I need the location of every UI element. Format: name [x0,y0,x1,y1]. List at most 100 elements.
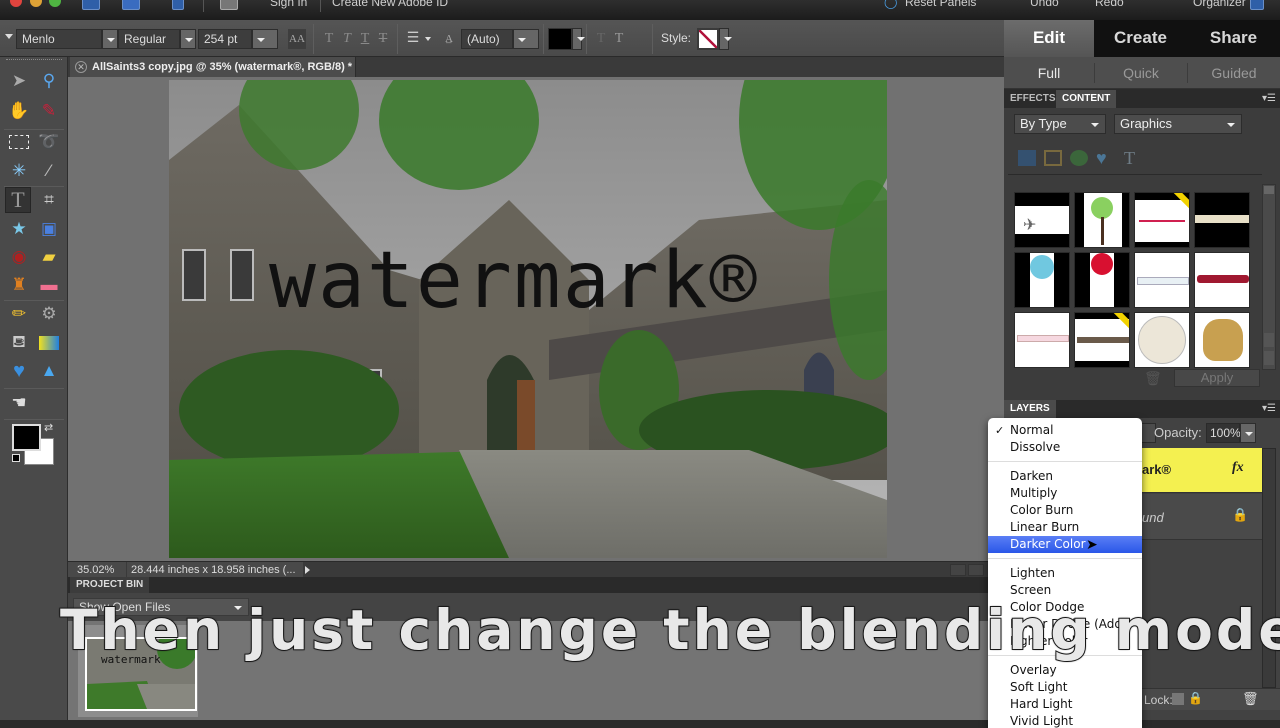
category-select[interactable]: Graphics [1114,114,1242,134]
style-dropdown[interactable] [719,28,732,50]
apply-button[interactable]: Apply [1174,369,1260,387]
tab-quick[interactable]: Quick [1095,57,1187,89]
clone-stamp-tool-icon[interactable]: ♜ [6,272,32,298]
strikethrough-icon[interactable]: T [374,29,392,49]
close-window-button[interactable] [10,0,22,7]
custom-shape-tool-icon[interactable]: ♥ [6,358,32,384]
scroll-right-button[interactable] [968,564,984,576]
scroll-up-button[interactable] [1264,333,1274,347]
scroll-left-button[interactable] [950,564,966,576]
blend-mode-option-vivid-light[interactable]: Vivid Light [988,713,1142,728]
eraser-tool-icon[interactable]: ▬ [36,272,62,298]
backgrounds-category-icon[interactable] [1018,150,1036,166]
anti-alias-icon[interactable]: AA [288,29,306,49]
tab-guided[interactable]: Guided [1188,57,1280,89]
blend-mode-option-soft-light[interactable]: Soft Light [988,679,1142,696]
info-icon[interactable] [172,0,184,10]
font-size-input[interactable]: 254 pt [198,29,252,49]
align-left-icon[interactable]: ☰ [404,29,422,49]
blend-mode-option-lighten[interactable]: Lighten [988,565,1142,582]
content-item-red-balloon[interactable] [1074,252,1130,308]
swap-colors-icon[interactable]: ⇄ [44,421,53,434]
undo-button[interactable]: Undo [1030,0,1059,9]
font-style-dropdown[interactable] [180,29,196,49]
tool-preset-icon[interactable] [5,34,13,39]
lasso-tool-icon[interactable]: ➰ [36,129,62,155]
minimize-window-button[interactable] [30,0,42,7]
open-file-icon[interactable] [122,0,140,10]
tab-effects[interactable]: EFFECTS [1004,90,1062,108]
blend-mode-option-dissolve[interactable]: Dissolve [988,439,1142,456]
delete-content-icon[interactable]: 🗑 [1144,370,1162,387]
sort-by-select[interactable]: By Type [1014,114,1106,134]
blend-mode-option-multiply[interactable]: Multiply [988,485,1142,502]
close-document-icon[interactable]: ✕ [75,61,87,73]
sharpen-tool-icon[interactable]: ▲ [36,358,62,384]
status-menu-arrow-icon[interactable] [305,566,310,574]
tab-share[interactable]: Share [1187,20,1280,57]
tab-content[interactable]: CONTENT [1056,90,1117,108]
content-item-frame-bar-light[interactable] [1134,252,1190,308]
content-item-baseball[interactable] [1134,312,1190,368]
text-orientation-icon[interactable]: T [610,29,628,49]
document-tab[interactable]: ✕ AllSaints3 copy.jpg @ 35% (watermark®,… [70,57,356,77]
content-item-baseball-glove[interactable] [1194,312,1250,368]
content-item-tree[interactable] [1074,192,1130,248]
red-eye-tool-icon[interactable]: ◉ [6,244,32,270]
smart-brush-tool-icon[interactable]: ⚙ [36,301,62,327]
content-item-frame-bar-pink[interactable] [1014,312,1070,368]
blend-mode-option-hard-light[interactable]: Hard Light [988,696,1142,713]
align-dropdown-icon[interactable] [425,37,431,41]
redo-button[interactable]: Redo [1095,0,1124,9]
recompose-tool-icon[interactable]: ▣ [36,216,62,242]
text-color-dropdown[interactable] [572,28,585,50]
eyedropper-tool-icon[interactable]: ✎ [36,98,62,124]
content-item-arrow[interactable] [1134,192,1190,248]
faux-bold-icon[interactable]: T [320,29,338,49]
marquee-tool-icon[interactable] [6,129,32,155]
content-item-frame-bar-red[interactable] [1194,252,1250,308]
gradient-tool-icon[interactable] [36,330,62,356]
layer-fx-icon[interactable]: fx [1232,460,1244,476]
tab-full[interactable]: Full [1004,57,1094,89]
font-style-select[interactable]: Regular [118,29,180,49]
organizer-button[interactable]: Organizer [1193,0,1246,9]
blend-mode-option-darken[interactable]: Darken [988,468,1142,485]
tab-edit[interactable]: Edit [1004,20,1094,57]
image-canvas[interactable]: watermark® [169,80,887,558]
blend-mode-option-darker-color[interactable]: Darker Color ➤ [988,536,1142,553]
panel-menu-icon[interactable]: ▾☰ [1262,93,1276,104]
quick-selection-tool-icon[interactable]: ⁄ [36,158,62,184]
opacity-dropdown[interactable] [1240,423,1256,443]
sign-in-link[interactable]: Sign In [270,0,307,9]
style-swatch[interactable] [697,28,719,50]
default-colors-icon[interactable] [12,454,20,462]
cookie-cutter-tool-icon[interactable]: ★ [6,216,32,242]
content-item-airplane[interactable]: ✈ [1014,192,1070,248]
paint-bucket-tool-icon[interactable]: ⛾ [6,330,32,356]
text-category-icon[interactable]: T [1124,148,1142,168]
font-family-select[interactable]: Menlo [16,29,102,49]
zoom-tool-icon[interactable]: ⚲ [36,68,62,94]
hand-tool-icon[interactable]: ✋ [6,98,32,124]
blend-mode-option-normal[interactable]: ✓ Normal [988,422,1142,439]
font-family-dropdown[interactable] [102,29,118,49]
shapes-category-icon[interactable]: ♥ [1096,148,1114,168]
blend-mode-option-screen[interactable]: Screen [988,582,1142,599]
font-size-dropdown[interactable] [252,29,278,49]
text-color-swatch[interactable] [548,28,572,50]
new-file-icon[interactable] [82,0,100,10]
frames-category-icon[interactable] [1044,150,1062,166]
zoom-level[interactable]: 35.02% [68,562,126,578]
leading-input[interactable]: (Auto) [461,29,513,49]
blend-mode-option-color-burn[interactable]: Color Burn [988,502,1142,519]
watermark-text-layer[interactable]: watermark® [269,236,759,326]
lock-transparency-icon[interactable] [1172,693,1184,705]
magic-wand-tool-icon[interactable]: ✳ [6,158,32,184]
scroll-down-button[interactable] [1264,351,1274,365]
content-item-name-banner[interactable] [1074,312,1130,368]
content-item-blue-balloon[interactable] [1014,252,1070,308]
reset-panels-button[interactable]: Reset Panels [905,0,976,9]
content-scrollbar[interactable] [1262,184,1276,370]
arrange-icon[interactable] [220,0,238,10]
